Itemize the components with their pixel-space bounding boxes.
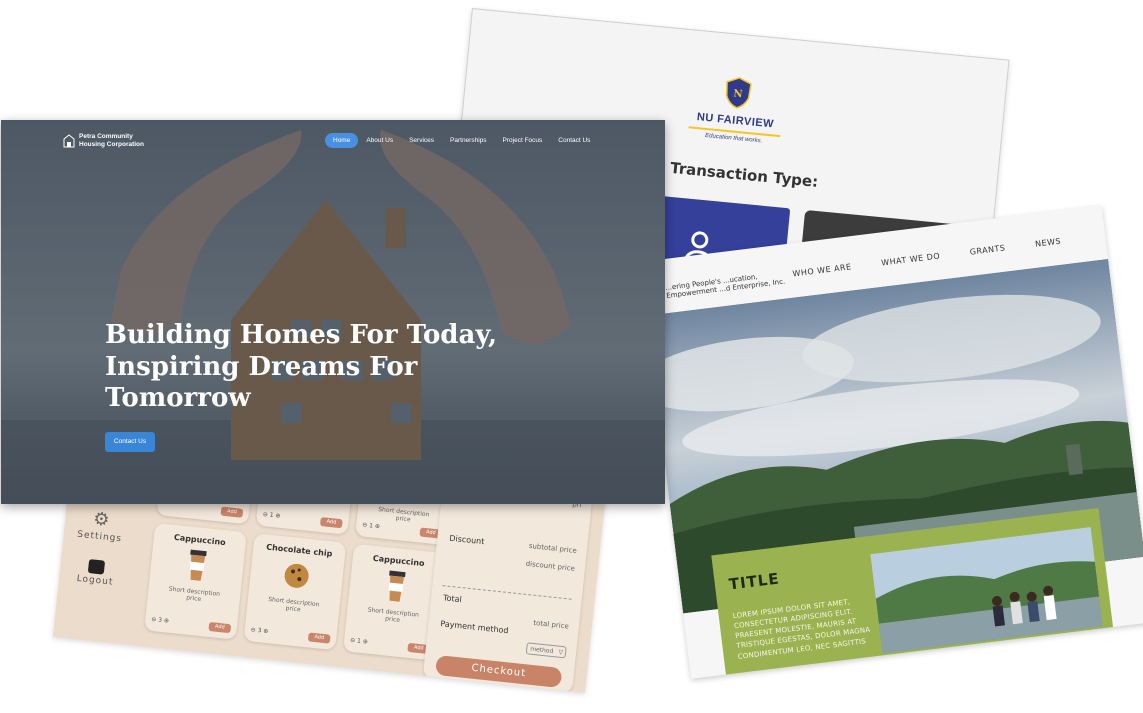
- quantity-stepper[interactable]: ⊖ 1 ⊕: [350, 637, 368, 646]
- payment-method-select[interactable]: method ▽: [525, 642, 567, 659]
- quantity-value: 3: [257, 627, 262, 635]
- settings-label: Settings: [76, 529, 123, 545]
- nav-who-we-are[interactable]: WHO WE ARE: [792, 262, 852, 278]
- headline-line2: Inspiring Dreams For: [105, 351, 418, 382]
- grants-site-card: ...ering People's ...ucation, Empowermen…: [640, 205, 1143, 679]
- brand-name-line2: Housing Corporation: [79, 141, 144, 149]
- order-summary: pri Discount subtotal price discount pri…: [422, 480, 593, 693]
- quantity-value: 1: [269, 511, 274, 520]
- gear-icon: ⚙: [92, 508, 111, 531]
- quantity-value: 3: [157, 616, 163, 624]
- petra-site-card: Petra Community Housing Corporation Home…: [1, 120, 665, 504]
- add-button[interactable]: Add: [220, 506, 244, 518]
- org-name: ...ering People's ...ucation, Empowermen…: [664, 272, 786, 300]
- add-button[interactable]: Add: [307, 632, 331, 644]
- panel-body: Lorem ipsum dolor sit amet, consectetur …: [732, 597, 871, 661]
- product-card[interactable]: Cappuccino Short description price ⊖ 3 ⊕…: [144, 522, 247, 640]
- quantity-value: 1: [368, 522, 374, 530]
- nav-project-focus[interactable]: Project Focus: [495, 133, 551, 148]
- nav-grants[interactable]: GRANTS: [969, 243, 1006, 256]
- nav-partnerships[interactable]: Partnerships: [442, 133, 495, 148]
- total-label: Total: [442, 593, 463, 605]
- svg-text:N: N: [733, 88, 743, 100]
- pos-sidebar: ⚙ Settings Logout: [65, 506, 133, 589]
- coffee-cup-image: [388, 570, 406, 602]
- quantity-stepper[interactable]: ⊖ 3 ⊕: [250, 626, 268, 635]
- screenshot-collage: N NU FAIRVIEW Education that works. elec…: [0, 0, 1143, 713]
- quantity-stepper[interactable]: ⊖ 1 ⊕: [362, 521, 380, 530]
- hero-headline: Building Homes For Today, Inspiring Drea…: [105, 320, 525, 415]
- quantity-stepper[interactable]: ⊖ 3 ⊕: [151, 616, 169, 625]
- payment-method-value: method: [529, 645, 554, 656]
- chevron-down-icon: ▽: [558, 648, 564, 657]
- product-name: Chocolate chip: [265, 542, 333, 559]
- brand[interactable]: Petra Community Housing Corporation: [63, 133, 169, 149]
- sidebar-item-logout[interactable]: Logout: [65, 557, 127, 589]
- nav-home[interactable]: Home: [325, 133, 359, 148]
- discount-row: Discount subtotal price: [449, 534, 577, 556]
- discount-price: discount price: [525, 559, 576, 573]
- logout-label: Logout: [76, 573, 114, 588]
- coffee-cup-image: [189, 549, 207, 581]
- payment-method-label: Payment method: [439, 619, 509, 636]
- building-logo-icon: [63, 134, 75, 148]
- hands-house-hero-image: [1, 120, 665, 504]
- headline-line1: Building Homes For Today,: [105, 320, 498, 350]
- nav-news[interactable]: NEWS: [1035, 237, 1062, 249]
- add-button[interactable]: Add: [208, 621, 232, 634]
- discount-label: Discount: [448, 533, 485, 547]
- subtotal-price: subtotal price: [528, 541, 578, 555]
- nav-services[interactable]: Services: [401, 133, 442, 148]
- product-grid: price Add price ⊖ 1 ⊕ Add Short descript…: [139, 407, 458, 693]
- checkout-button[interactable]: Checkout: [435, 654, 563, 689]
- product-card[interactable]: Chocolate chip Short description price ⊖…: [243, 533, 347, 651]
- quantity-value: 1: [356, 637, 362, 645]
- panel-title: TITLE: [727, 569, 781, 594]
- nav-contact-us[interactable]: Contact Us: [550, 133, 598, 148]
- sidebar-item-settings[interactable]: ⚙ Settings: [69, 506, 132, 545]
- quantity-stepper[interactable]: ⊖ 1 ⊕: [262, 511, 280, 520]
- nav-about-us[interactable]: About Us: [358, 133, 401, 148]
- brand-name-line1: Petra Community: [79, 133, 133, 140]
- petra-nav: Home About Us Services Partnerships Proj…: [325, 133, 598, 148]
- product-name: Cappuccino: [372, 553, 425, 569]
- cookie-image: [284, 563, 309, 588]
- add-button[interactable]: Add: [319, 517, 343, 529]
- group-photo-image: [870, 527, 1103, 654]
- logout-icon: [87, 559, 106, 575]
- headline-line3: Tomorrow: [105, 383, 251, 414]
- brand-name: Petra Community Housing Corporation: [79, 133, 169, 149]
- nav-what-we-do[interactable]: WHAT WE DO: [881, 251, 941, 267]
- nu-shield-logo-icon: N: [726, 77, 752, 109]
- contact-us-button[interactable]: Contact Us: [105, 432, 155, 452]
- product-name: Cappuccino: [173, 532, 227, 548]
